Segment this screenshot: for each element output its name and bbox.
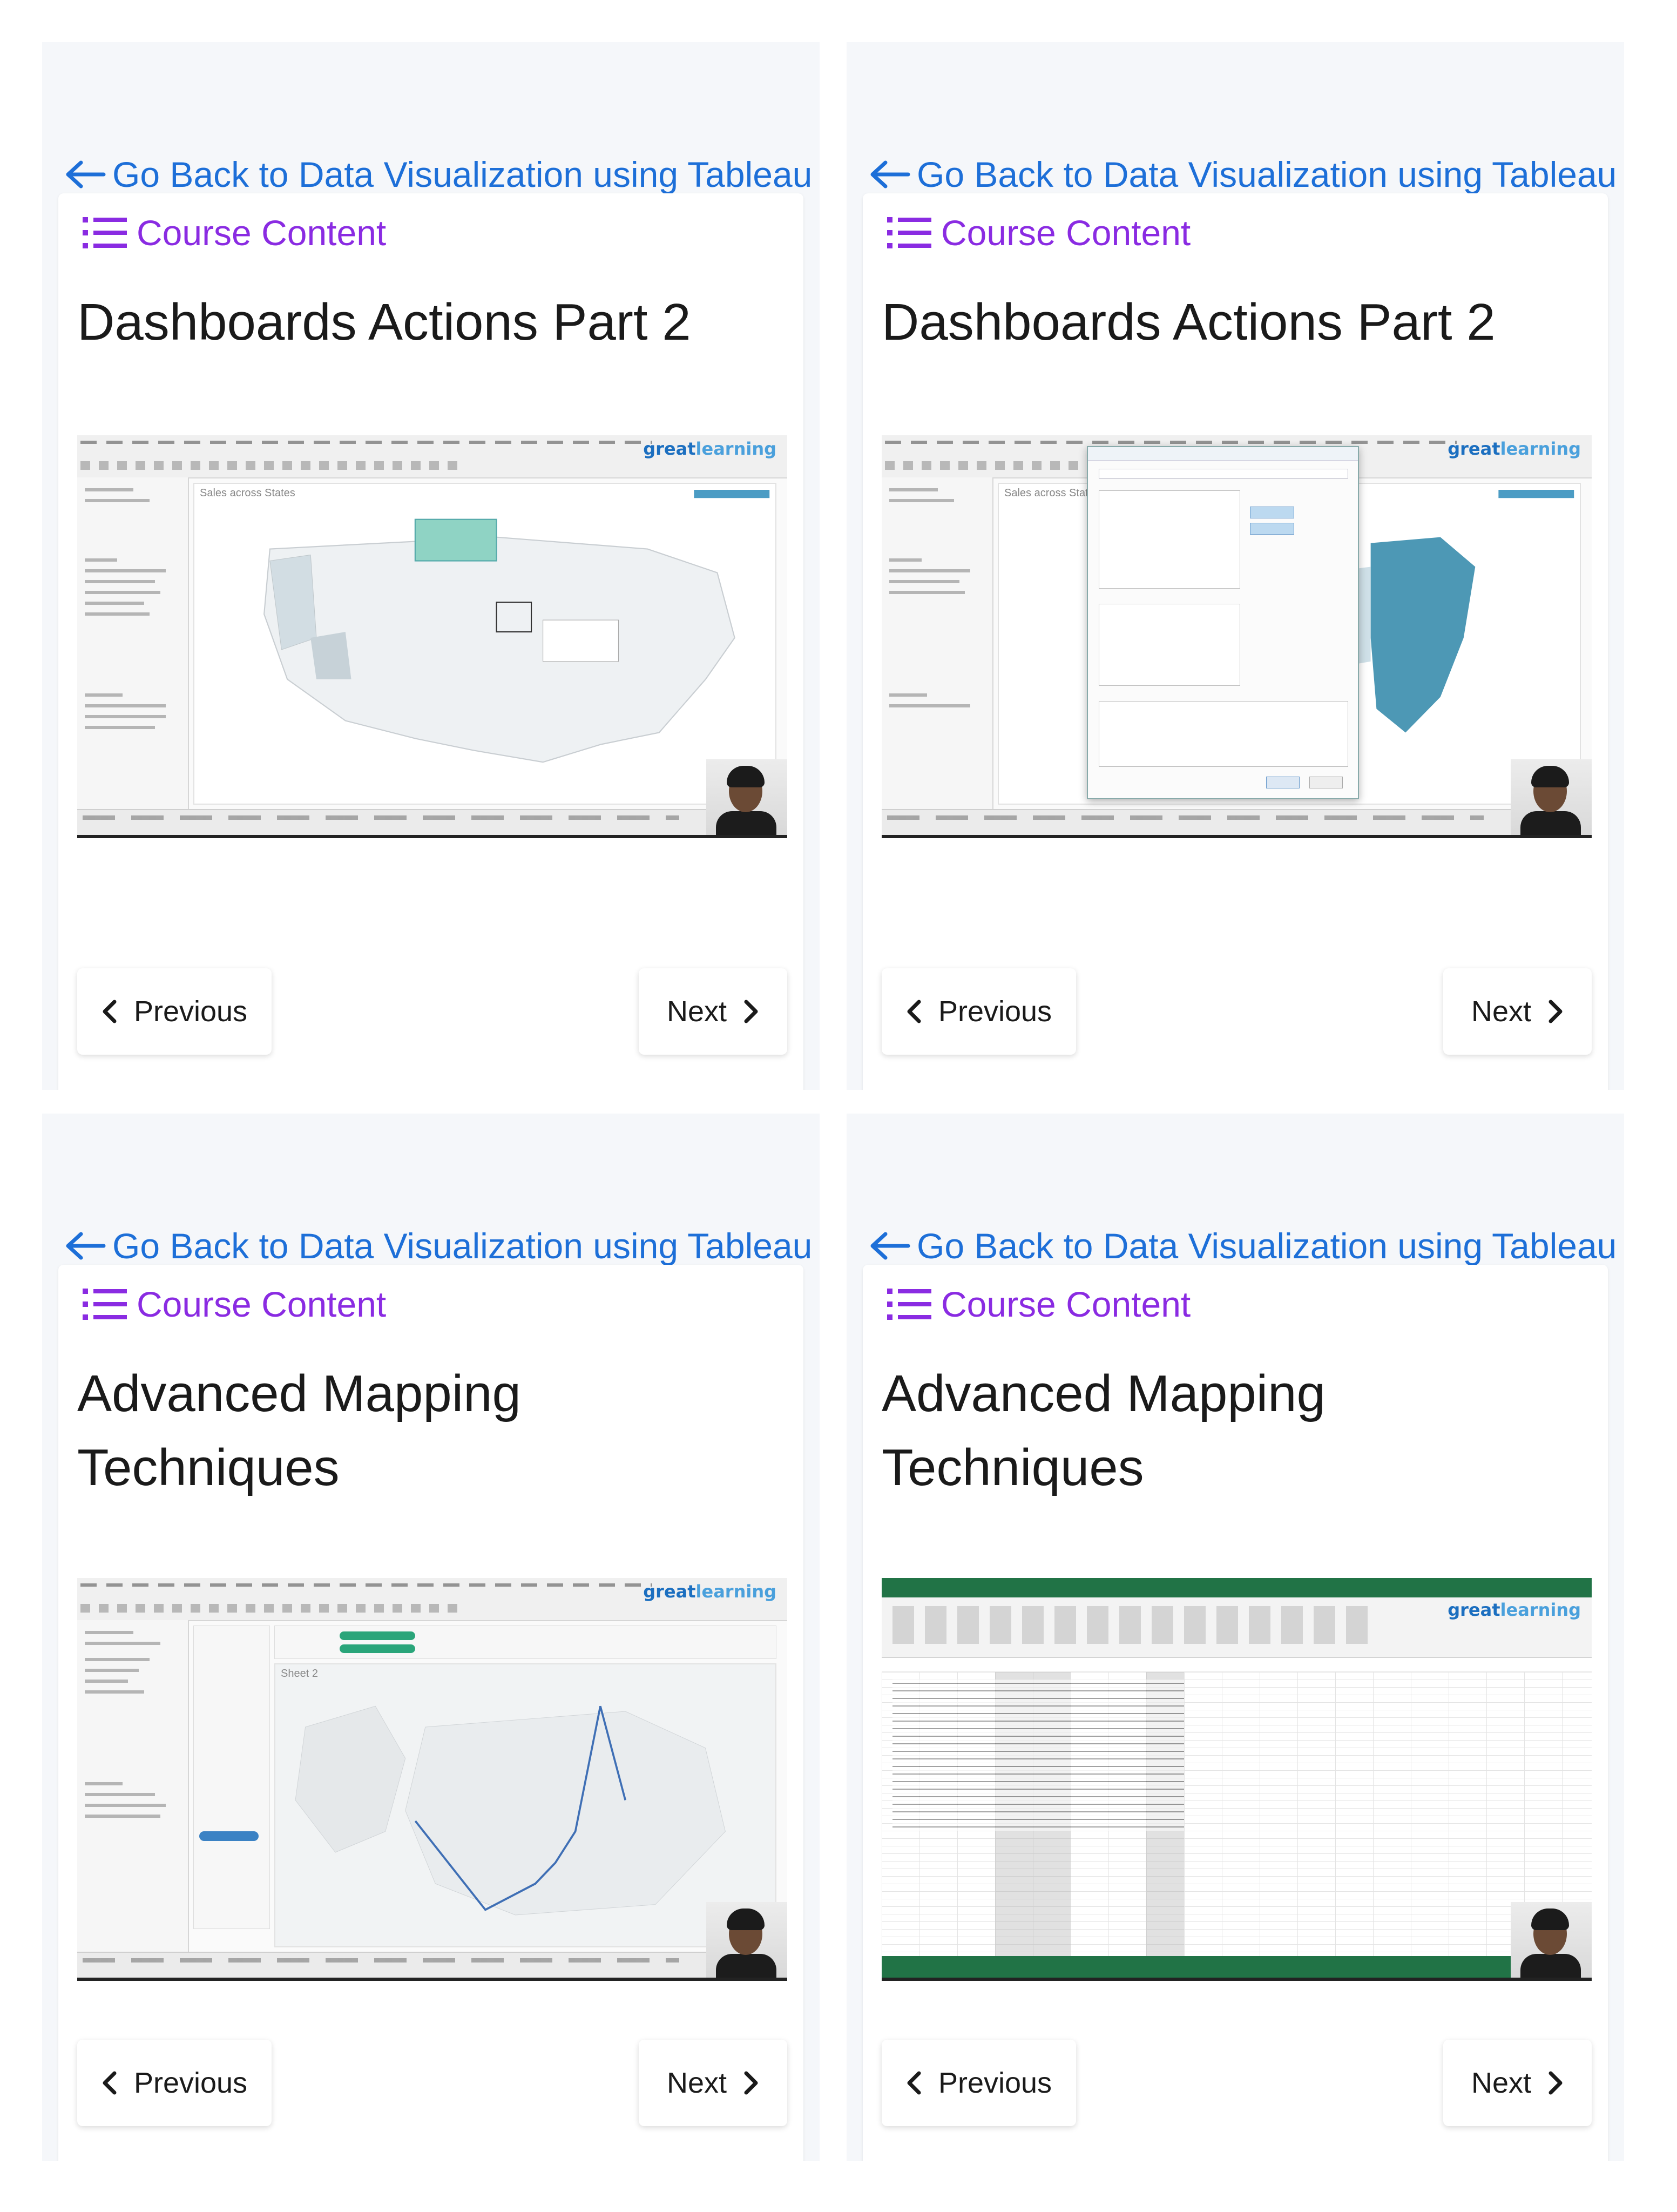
course-content-button[interactable]: Course Content	[83, 1284, 386, 1325]
video-player[interactable]: greatlearning	[77, 1578, 787, 1981]
sheet-canvas: Sheet 2	[274, 1663, 776, 1947]
tableau-side-pane	[882, 477, 993, 810]
back-link-label: Go Back to Data Visualization using Tabl…	[917, 1226, 1617, 1266]
marks-card	[193, 1626, 270, 1929]
list-icon	[887, 1289, 931, 1320]
page-grid: Go Back to Data Visualization using Tabl…	[0, 0, 1677, 2212]
greatlearning-logo: greatlearning	[643, 1581, 776, 1602]
video-player[interactable]: greatlearning Sales across States	[882, 435, 1592, 838]
video-frame-tableau: greatlearning Sales across States	[882, 435, 1592, 835]
next-button[interactable]: Next	[639, 2040, 787, 2126]
excel-status-bar	[882, 1956, 1592, 1978]
back-link-label: Go Back to Data Visualization using Tabl…	[917, 154, 1617, 194]
previous-label: Previous	[938, 995, 1052, 1028]
lesson-panel: Go Back to Data Visualization using Tabl…	[847, 1114, 1624, 2161]
next-button[interactable]: Next	[1443, 968, 1592, 1055]
chevron-right-icon	[743, 1000, 759, 1023]
columns-rows-shelf	[274, 1626, 776, 1659]
greatlearning-logo: greatlearning	[1448, 1600, 1581, 1620]
lesson-panel: Go Back to Data Visualization using Tabl…	[847, 42, 1624, 1090]
list-icon	[887, 217, 931, 248]
next-button[interactable]: Next	[1443, 2040, 1592, 2126]
course-content-label: Course Content	[941, 1284, 1191, 1324]
previous-button[interactable]: Previous	[882, 968, 1076, 1055]
course-content-label: Course Content	[941, 213, 1191, 253]
course-content-label: Course Content	[137, 213, 387, 253]
excel-grid	[882, 1672, 1592, 1956]
tableau-side-pane	[77, 477, 189, 810]
course-content-label: Course Content	[137, 1284, 387, 1324]
presenter-webcam	[706, 759, 787, 835]
presenter-webcam	[1511, 1902, 1592, 1978]
video-frame-excel: greatlearning	[882, 1578, 1592, 1978]
usa-map-graphic	[263, 489, 770, 763]
lesson-card: Course Content Advanced Mapping Techniqu…	[58, 1265, 803, 2161]
lesson-card: Course Content Dashboards Actions Part 2…	[863, 193, 1608, 1090]
lesson-title: Advanced Mapping Techniques	[882, 1365, 1326, 1496]
lesson-panel: Go Back to Data Visualization using Tabl…	[42, 1114, 820, 2161]
course-content-button[interactable]: Course Content	[83, 212, 386, 253]
arrow-left-icon	[870, 1232, 910, 1260]
back-link-label: Go Back to Data Visualization using Tabl…	[112, 1226, 813, 1266]
previous-button[interactable]: Previous	[77, 968, 272, 1055]
previous-label: Previous	[938, 2067, 1052, 2099]
chevron-left-icon	[906, 2071, 922, 2095]
presenter-webcam	[706, 1902, 787, 1978]
excel-formula-bar	[882, 1658, 1592, 1671]
arrow-left-icon	[870, 160, 910, 188]
chevron-right-icon	[1547, 1000, 1564, 1023]
previous-label: Previous	[133, 2067, 248, 2099]
video-frame-tableau: greatlearning Sales across States	[77, 435, 787, 835]
next-label: Next	[1471, 995, 1532, 1028]
chevron-left-icon	[102, 1000, 118, 1023]
excel-ribbon-tabs	[882, 1578, 1592, 1597]
next-label: Next	[666, 995, 727, 1028]
lesson-card: Course Content Advanced Mapping Techniqu…	[863, 1265, 1608, 2161]
lesson-title: Advanced Mapping Techniques	[77, 1365, 521, 1496]
list-icon	[83, 1289, 127, 1320]
tableau-side-pane	[77, 1620, 189, 1953]
lesson-title: Dashboards Actions Part 2	[77, 293, 691, 351]
chevron-left-icon	[102, 2071, 118, 2095]
chevron-left-icon	[906, 1000, 922, 1023]
course-content-button[interactable]: Course Content	[887, 1284, 1191, 1325]
previous-label: Previous	[133, 995, 248, 1028]
video-player[interactable]: greatlearning	[882, 1578, 1592, 1981]
back-link-label: Go Back to Data Visualization using Tabl…	[112, 154, 813, 194]
chevron-right-icon	[743, 2071, 759, 2095]
arrow-left-icon	[66, 160, 106, 188]
list-icon	[83, 217, 127, 248]
video-player[interactable]: greatlearning Sales across States	[77, 435, 787, 838]
lesson-panel: Go Back to Data Visualization using Tabl…	[42, 42, 820, 1090]
next-label: Next	[1471, 2067, 1532, 2099]
greatlearning-logo: greatlearning	[643, 439, 776, 459]
presenter-webcam	[1511, 759, 1592, 835]
sheet-canvas: Sales across States	[193, 483, 776, 805]
next-label: Next	[666, 2067, 727, 2099]
arrow-left-icon	[66, 1232, 106, 1260]
previous-button[interactable]: Previous	[77, 2040, 272, 2126]
course-content-button[interactable]: Course Content	[887, 212, 1191, 253]
next-button[interactable]: Next	[639, 968, 787, 1055]
greatlearning-logo: greatlearning	[1448, 439, 1581, 459]
europe-map-graphic	[275, 1664, 775, 1946]
chevron-right-icon	[1547, 2071, 1564, 2095]
lesson-title: Dashboards Actions Part 2	[882, 293, 1496, 351]
add-filter-action-dialog	[1087, 446, 1359, 799]
video-frame-tableau: greatlearning Sheet 2	[77, 1578, 787, 1978]
lesson-card: Course Content Dashboards Actions Part 2…	[58, 193, 803, 1090]
previous-button[interactable]: Previous	[882, 2040, 1076, 2126]
